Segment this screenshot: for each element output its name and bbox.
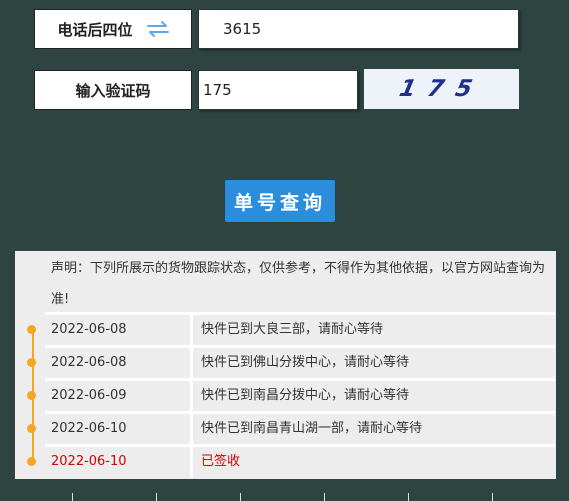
divider-tick <box>72 493 73 501</box>
tracking-row: 2022-06-08 快件已到大良三部，请耐心等待 <box>27 312 555 345</box>
tracking-date: 2022-06-08 <box>45 315 193 345</box>
tracking-row-latest: 2022-06-10 已签收 <box>27 444 555 477</box>
divider-tick <box>156 493 157 501</box>
tracking-date: 2022-06-10 <box>45 414 193 444</box>
svg-text:175: 175 <box>397 75 487 102</box>
timeline-dot <box>27 358 36 367</box>
swap-arrows-icon[interactable] <box>146 20 169 38</box>
tracking-status: 快件已到大良三部，请耐心等待 <box>201 322 384 337</box>
tracking-status: 快件已到佛山分拨中心，请耐心等待 <box>201 355 410 370</box>
divider-tick <box>408 493 409 501</box>
timeline-dot <box>27 424 36 433</box>
timeline-dot <box>27 457 36 466</box>
captcha-image[interactable]: 175 <box>364 69 519 109</box>
tracking-date: 2022-06-09 <box>45 381 193 411</box>
captcha-input[interactable] <box>198 70 358 110</box>
tracking-status: 已签收 <box>201 454 241 469</box>
phone-last4-label: 电话后四位 <box>34 9 192 49</box>
tracking-status: 快件已到南昌分拨中心，请耐心等待 <box>201 388 410 403</box>
phone-last4-label-text: 电话后四位 <box>57 20 133 39</box>
query-button[interactable]: 单号查询 <box>225 180 335 222</box>
tracking-status: 快件已到南昌青山湖一部，请耐心等待 <box>201 421 423 436</box>
captcha-label: 输入验证码 <box>34 70 192 110</box>
divider-tick <box>492 493 493 501</box>
bottom-divider-ticks <box>0 493 569 501</box>
timeline-dot <box>27 391 36 400</box>
timeline-dot <box>27 325 36 334</box>
tracking-results-panel: 声明：下列所展示的货物跟踪状态，仅供参考，不得作为其他依据，以官方网站查询为准!… <box>15 251 556 479</box>
tracking-row: 2022-06-09 快件已到南昌分拨中心，请耐心等待 <box>27 378 555 411</box>
tracking-row: 2022-06-10 快件已到南昌青山湖一部，请耐心等待 <box>27 411 555 444</box>
disclaimer-text: 声明：下列所展示的货物跟踪状态，仅供参考，不得作为其他依据，以官方网站查询为准! <box>51 261 546 307</box>
tracking-row: 2022-06-08 快件已到佛山分拨中心，请耐心等待 <box>27 345 555 378</box>
phone-last4-input[interactable] <box>198 9 519 49</box>
tracking-date: 2022-06-08 <box>45 348 193 378</box>
divider-tick <box>324 493 325 501</box>
divider-tick <box>240 493 241 501</box>
tracking-date: 2022-06-10 <box>45 447 193 477</box>
captcha-label-text: 输入验证码 <box>75 81 151 100</box>
